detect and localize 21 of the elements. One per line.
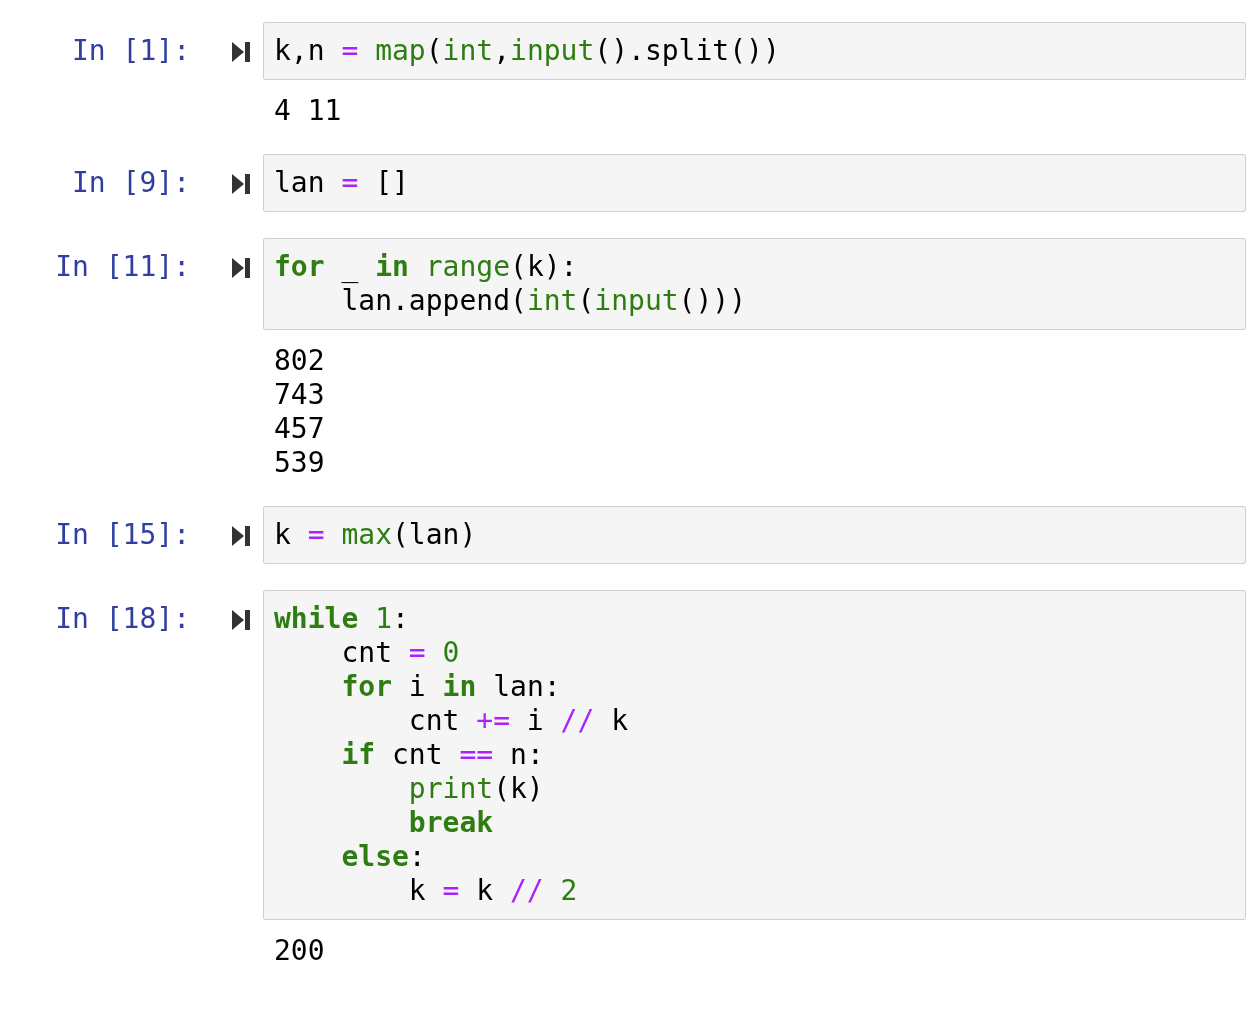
input-prompt: In [11]: [54, 249, 190, 284]
output-text: 802 [274, 344, 325, 378]
input-prompt: In [15]: [54, 517, 190, 552]
run-cell-icon[interactable] [232, 41, 250, 63]
code-cell[interactable]: for _ in range(k): lan.append(int(input())) [263, 238, 1246, 330]
code-cell[interactable]: k,n = map(int,input().split()) [263, 22, 1246, 80]
output-text: 457 [274, 412, 325, 446]
code-cell[interactable]: k = max(lan) [263, 506, 1246, 564]
output-text: 200 [274, 934, 325, 968]
run-cell-icon[interactable] [232, 525, 250, 547]
output-text: 4 11 [274, 94, 342, 128]
input-prompt: In [1]: [71, 33, 190, 68]
run-cell-icon[interactable] [232, 257, 250, 279]
run-cell-icon[interactable] [232, 173, 250, 195]
run-cell-icon[interactable] [232, 609, 250, 631]
output-text: 539 [274, 446, 325, 480]
code-cell[interactable]: lan = [] [263, 154, 1246, 212]
output-text: 743 [274, 378, 325, 412]
input-prompt: In [18]: [54, 601, 190, 636]
input-prompt: In [9]: [71, 165, 190, 200]
code-cell[interactable]: while 1: cnt = 0 for i in lan: cnt += i // k if cnt == n: print(k) break else: k = k // 2 [263, 590, 1246, 920]
